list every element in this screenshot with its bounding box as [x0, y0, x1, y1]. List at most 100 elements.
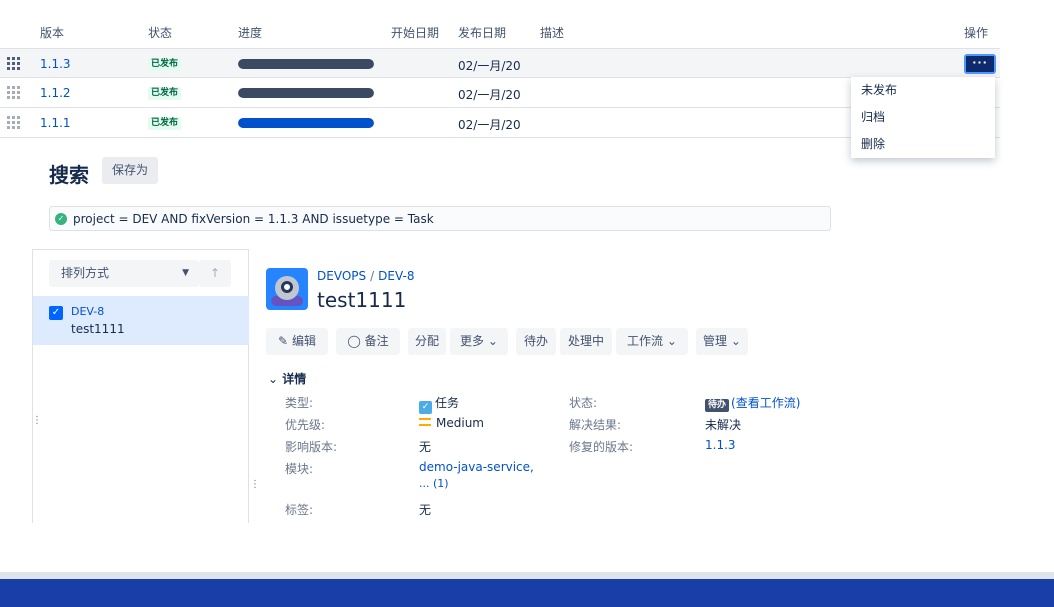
field-label-affects-version: 影响版本:	[285, 440, 338, 454]
col-start-date[interactable]: 开始日期	[391, 24, 439, 41]
pencil-icon: ✎	[278, 334, 289, 348]
drag-handle-icon[interactable]	[7, 57, 21, 70]
field-value-fix-version-link[interactable]: 1.1.3	[705, 438, 736, 452]
col-release-date[interactable]: 发布日期	[458, 24, 506, 41]
comment-label: 备注	[364, 334, 389, 348]
status-badge: 已发布	[148, 87, 182, 100]
workflow-label: 工作流	[627, 334, 664, 348]
chevron-down-icon: ⌄	[666, 334, 677, 348]
field-value-component-link[interactable]: demo-java-service,	[419, 460, 534, 474]
status-badge: 已发布	[148, 58, 182, 71]
progress-fill	[238, 88, 374, 98]
version-row: 1.1.3 已发布 02/一月/20 ···	[0, 48, 1000, 78]
issue-summary[interactable]: test1111	[71, 322, 125, 336]
comment-button[interactable]: ◯ 备注	[336, 328, 400, 355]
field-label-status: 状态:	[569, 396, 598, 410]
release-date: 02/一月/20	[458, 59, 521, 73]
save-as-button[interactable]: 保存为	[102, 157, 158, 184]
more-actions-button[interactable]: ···	[964, 54, 996, 74]
version-row: 1.1.2 已发布 02/一月/20	[0, 78, 1000, 108]
breadcrumb: DEVOPS / DEV-8	[317, 269, 415, 283]
field-value-labels: 无	[419, 503, 432, 517]
issue-key[interactable]: DEV-8	[71, 305, 104, 318]
field-label-resolution: 解决结果:	[569, 418, 622, 432]
assign-button[interactable]: 分配	[408, 328, 446, 355]
field-value-status: 待办 (查看工作流)	[705, 394, 800, 412]
issue-list-panel: 排列方式 ▼ ↑ ✓ DEV-8 test1111	[32, 249, 249, 523]
progress-bar	[238, 59, 374, 69]
arrow-up-icon: ↑	[209, 266, 221, 280]
priority-medium-icon	[419, 418, 431, 426]
more-button[interactable]: 更多 ⌄	[450, 328, 508, 355]
breadcrumb-issue-key[interactable]: DEV-8	[378, 269, 414, 283]
more-label: 更多	[460, 334, 485, 348]
sort-direction-button[interactable]: ↑	[199, 260, 231, 287]
version-name-link[interactable]: 1.1.2	[40, 86, 71, 100]
chevron-down-icon: ⌄	[487, 334, 498, 348]
todo-transition-button[interactable]: 待办	[516, 328, 556, 355]
admin-label: 管理	[703, 334, 728, 348]
versions-table: 版本 状态 进度 开始日期 发布日期 描述 操作 1.1.3 已发布 02/一月…	[0, 14, 1000, 138]
status-lozenge: 待办	[705, 399, 730, 412]
field-label-fix-version: 修复的版本:	[569, 440, 634, 454]
progress-bar	[238, 88, 374, 98]
panel-resize-handle-icon[interactable]: ⋮	[32, 415, 42, 426]
col-status[interactable]: 状态	[148, 24, 172, 41]
sort-order-label: 排列方式	[61, 266, 110, 280]
col-progress: 进度	[238, 26, 263, 40]
version-row: 1.1.1 已发布 02/一月/20	[0, 108, 1000, 138]
version-name-link[interactable]: 1.1.1	[40, 116, 71, 130]
progress-bar	[238, 118, 374, 128]
comment-icon: ◯	[347, 334, 361, 348]
component-more-link[interactable]: ... (1)	[419, 477, 449, 490]
issue-title: test1111	[317, 288, 407, 312]
field-value-priority: Medium	[419, 416, 484, 430]
menu-item-archive[interactable]: 归档	[851, 104, 995, 131]
project-avatar[interactable]	[266, 268, 308, 310]
jql-search-input[interactable]: ✓ project = DEV AND fixVersion = 1.1.3 A…	[49, 206, 831, 231]
actions-dropdown-menu: 未发布 归档 删除	[851, 77, 995, 158]
menu-item-unrelease[interactable]: 未发布	[851, 77, 995, 104]
version-name-link[interactable]: 1.1.3	[40, 57, 71, 71]
field-label-priority: 优先级:	[285, 418, 326, 432]
details-title: 详情	[282, 372, 307, 386]
task-type-icon: ✓	[49, 306, 63, 320]
versions-table-header: 版本 状态 进度 开始日期 发布日期 描述 操作	[0, 14, 1000, 48]
field-value-type: ✓ 任务	[419, 394, 459, 414]
edit-button[interactable]: ✎ 编辑	[266, 328, 328, 355]
list-item[interactable]: ✓ DEV-8 test1111	[33, 296, 249, 345]
field-label-component: 模块:	[285, 462, 314, 476]
drag-handle-icon[interactable]	[7, 116, 21, 129]
progress-fill	[238, 59, 374, 69]
progress-fill	[238, 118, 374, 128]
sort-order-select[interactable]: 排列方式 ▼	[49, 260, 199, 287]
col-description: 描述	[540, 26, 565, 40]
chevron-down-icon: ▼	[182, 268, 189, 278]
edit-label: 编辑	[291, 334, 316, 348]
detail-resize-handle-icon[interactable]: ⋮	[250, 479, 260, 490]
view-workflow-link[interactable]: (查看工作流)	[731, 396, 800, 410]
footer-bar	[0, 572, 1054, 607]
release-date: 02/一月/20	[458, 88, 521, 102]
field-value-resolution: 未解决	[705, 418, 742, 432]
field-label-labels: 标签:	[285, 503, 314, 517]
admin-button[interactable]: 管理 ⌄	[696, 328, 748, 355]
in-progress-transition-button[interactable]: 处理中	[560, 328, 612, 355]
page-title: 搜索	[49, 163, 89, 187]
status-badge: 已发布	[148, 117, 182, 130]
chevron-down-icon: ⌄	[268, 372, 279, 386]
release-date: 02/一月/20	[458, 118, 521, 132]
check-circle-icon: ✓	[55, 213, 67, 225]
col-version[interactable]: 版本	[40, 24, 64, 41]
menu-item-delete[interactable]: 删除	[851, 131, 995, 158]
task-checkbox-icon: ✓	[419, 401, 432, 414]
breadcrumb-project[interactable]: DEVOPS	[317, 269, 366, 283]
drag-handle-icon[interactable]	[7, 86, 21, 99]
field-label-type: 类型:	[285, 396, 314, 410]
workflow-button[interactable]: 工作流 ⌄	[616, 328, 688, 355]
col-actions: 操作	[964, 26, 989, 40]
chevron-down-icon: ⌄	[730, 334, 741, 348]
field-value-affects-version: 无	[419, 440, 432, 454]
jql-query-text[interactable]: project = DEV AND fixVersion = 1.1.3 AND…	[73, 212, 434, 226]
details-section-header[interactable]: ⌄ 详情	[268, 370, 306, 387]
